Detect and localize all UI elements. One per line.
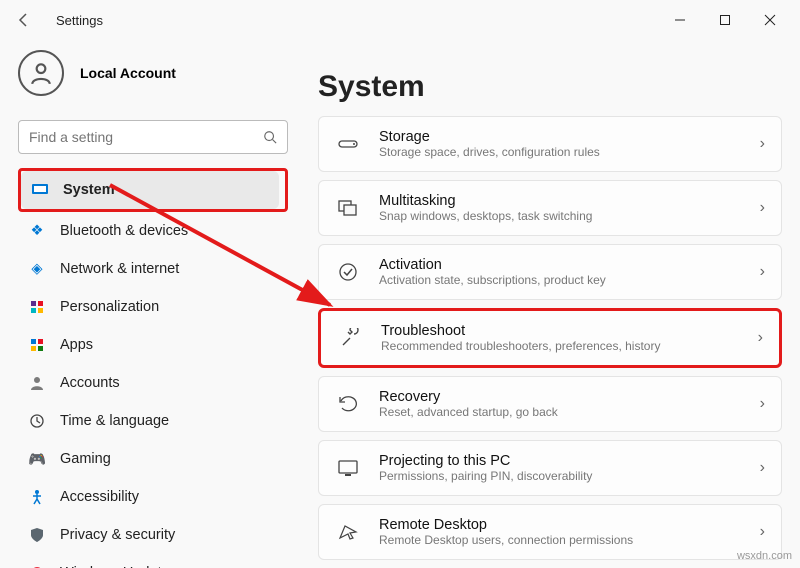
sidebar-item-accessibility[interactable]: Accessibility: [18, 478, 288, 516]
back-button[interactable]: [8, 4, 40, 36]
shield-icon: [28, 527, 46, 543]
sidebar-item-label: Gaming: [60, 451, 111, 467]
sidebar-item-personalization[interactable]: Personalization: [18, 288, 288, 326]
avatar: [18, 50, 64, 96]
sidebar-item-label: Bluetooth & devices: [60, 223, 188, 239]
chevron-right-icon: ›: [760, 523, 765, 541]
card-activation[interactable]: ActivationActivation state, subscription…: [318, 244, 782, 300]
sidebar: Local Account System ❖ Bluetooth & devic…: [0, 40, 300, 568]
sidebar-item-accounts[interactable]: Accounts: [18, 364, 288, 402]
search-input[interactable]: [29, 129, 263, 145]
sidebar-item-gaming[interactable]: 🎮 Gaming: [18, 440, 288, 478]
close-icon: [764, 14, 776, 26]
card-title: Troubleshoot: [381, 323, 758, 339]
card-multitasking[interactable]: MultitaskingSnap windows, desktops, task…: [318, 180, 782, 236]
sidebar-item-network[interactable]: ◈ Network & internet: [18, 250, 288, 288]
projecting-icon: [335, 460, 361, 476]
clock-icon: [28, 413, 46, 429]
accounts-icon: [28, 375, 46, 391]
sidebar-item-bluetooth[interactable]: ❖ Bluetooth & devices: [18, 212, 288, 250]
page-title: System: [318, 70, 782, 104]
apps-icon: [28, 337, 46, 353]
search-icon: [263, 130, 277, 144]
sidebar-item-label: Network & internet: [60, 261, 179, 277]
card-subtitle: Activation state, subscriptions, product…: [379, 273, 760, 287]
gaming-icon: 🎮: [28, 451, 46, 468]
watermark: wsxdn.com: [737, 550, 792, 562]
chevron-right-icon: ›: [760, 395, 765, 413]
sidebar-item-label: System: [63, 182, 115, 198]
sidebar-item-label: Personalization: [60, 299, 159, 315]
sidebar-item-time[interactable]: Time & language: [18, 402, 288, 440]
card-troubleshoot[interactable]: TroubleshootRecommended troubleshooters,…: [318, 308, 782, 368]
chevron-right-icon: ›: [760, 135, 765, 153]
sidebar-item-label: Accessibility: [60, 489, 139, 505]
nav: System ❖ Bluetooth & devices ◈ Network &…: [18, 168, 288, 568]
main-panel: System StorageStorage space, drives, con…: [300, 40, 800, 568]
card-subtitle: Reset, advanced startup, go back: [379, 405, 760, 419]
card-recovery[interactable]: RecoveryReset, advanced startup, go back…: [318, 376, 782, 432]
card-subtitle: Remote Desktop users, connection permiss…: [379, 533, 760, 547]
window-title: Settings: [56, 13, 103, 28]
sidebar-item-label: Privacy & security: [60, 527, 175, 543]
brush-icon: [28, 299, 46, 315]
card-subtitle: Permissions, pairing PIN, discoverabilit…: [379, 469, 760, 483]
maximize-icon: [719, 14, 731, 26]
user-name: Local Account: [80, 65, 176, 81]
card-title: Storage: [379, 129, 760, 145]
sidebar-item-update[interactable]: Windows Update: [18, 554, 288, 568]
remote-desktop-icon: [335, 524, 361, 540]
arrow-left-icon: [16, 12, 32, 28]
card-title: Projecting to this PC: [379, 453, 760, 469]
content-area: Local Account System ❖ Bluetooth & devic…: [0, 40, 800, 568]
card-subtitle: Storage space, drives, configuration rul…: [379, 145, 760, 159]
wrench-icon: [337, 328, 363, 348]
bluetooth-icon: ❖: [28, 223, 46, 239]
user-icon: [28, 60, 54, 86]
sidebar-item-privacy[interactable]: Privacy & security: [18, 516, 288, 554]
card-subtitle: Recommended troubleshooters, preferences…: [381, 339, 758, 353]
card-title: Activation: [379, 257, 760, 273]
settings-window: Settings Local Account Sys: [0, 0, 800, 568]
user-row[interactable]: Local Account: [18, 50, 288, 96]
sidebar-item-system[interactable]: System: [21, 171, 279, 209]
activation-icon: [335, 262, 361, 282]
maximize-button[interactable]: [702, 4, 747, 36]
card-title: Recovery: [379, 389, 760, 405]
chevron-right-icon: ›: [760, 199, 765, 217]
sidebar-item-label: Apps: [60, 337, 93, 353]
titlebar: Settings: [0, 0, 800, 40]
accessibility-icon: [28, 489, 46, 505]
card-storage[interactable]: StorageStorage space, drives, configurat…: [318, 116, 782, 172]
wifi-icon: ◈: [28, 261, 46, 277]
card-title: Multitasking: [379, 193, 760, 209]
card-projecting[interactable]: Projecting to this PCPermissions, pairin…: [318, 440, 782, 496]
card-subtitle: Snap windows, desktops, task switching: [379, 209, 760, 223]
minimize-icon: [674, 14, 686, 26]
storage-icon: [335, 138, 361, 150]
display-icon: [31, 183, 49, 197]
sidebar-item-label: Accounts: [60, 375, 120, 391]
highlight-system: System: [18, 168, 288, 212]
card-remote-desktop[interactable]: Remote DesktopRemote Desktop users, conn…: [318, 504, 782, 560]
chevron-right-icon: ›: [758, 329, 763, 347]
minimize-button[interactable]: [657, 4, 702, 36]
search-box[interactable]: [18, 120, 288, 154]
chevron-right-icon: ›: [760, 263, 765, 281]
sidebar-item-label: Time & language: [60, 413, 169, 429]
close-button[interactable]: [747, 4, 792, 36]
window-controls: [657, 4, 792, 36]
chevron-right-icon: ›: [760, 459, 765, 477]
multitasking-icon: [335, 200, 361, 216]
card-title: Remote Desktop: [379, 517, 760, 533]
sidebar-item-apps[interactable]: Apps: [18, 326, 288, 364]
recovery-icon: [335, 395, 361, 413]
